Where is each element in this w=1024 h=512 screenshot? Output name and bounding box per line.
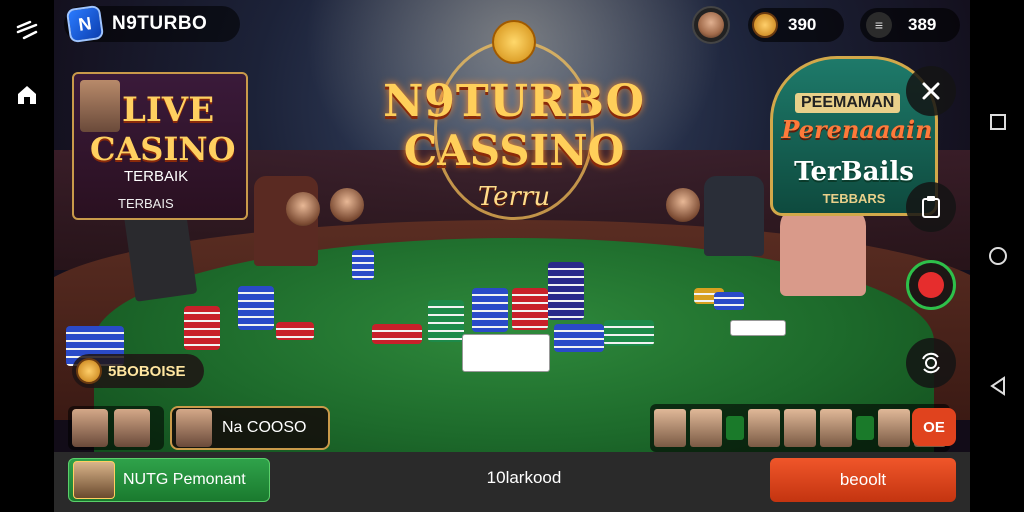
promo-line-2: Perenaaain — [781, 115, 933, 144]
dealer-avatar — [666, 188, 700, 222]
player-avatar — [820, 409, 852, 447]
clipboard-button[interactable] — [906, 182, 956, 232]
host-avatar — [80, 80, 120, 132]
title-coin-icon — [492, 20, 536, 64]
player-avatar — [654, 409, 686, 447]
green-action-button[interactable]: NUTG Pemonant — [68, 458, 270, 502]
title-line-1: N9TURBO — [383, 76, 645, 127]
circle-nav-icon[interactable] — [986, 244, 1010, 268]
playing-card — [730, 320, 786, 336]
close-button[interactable] — [906, 66, 956, 116]
camera-switch-button[interactable] — [906, 338, 956, 388]
player-list-right[interactable] — [650, 404, 950, 452]
chair — [704, 176, 764, 256]
playing-card — [462, 334, 550, 372]
bet-value: 5BOBOISE — [108, 362, 186, 380]
bottom-action-bar: NUTG Pemonant 10larkood beoolt — [54, 452, 970, 512]
clipboard-icon — [922, 196, 940, 218]
menu-icon[interactable] — [14, 18, 40, 44]
player-list-left[interactable] — [68, 406, 164, 450]
player-name: Na COOSO — [222, 419, 307, 436]
chip-stack — [714, 292, 744, 310]
chip-stack — [372, 324, 422, 344]
brand-name: N9TURBO — [112, 13, 208, 34]
player-avatar — [72, 409, 108, 447]
bet-amount[interactable]: 5BOBOISE — [72, 354, 204, 388]
live-casino-banner[interactable]: LIVE CASINO TERBAIK TERBAIS — [72, 72, 248, 220]
player-avatar — [690, 409, 722, 447]
chip-stack — [548, 262, 584, 320]
profile-avatar[interactable] — [692, 6, 730, 44]
n9-logo-icon: N — [65, 4, 105, 44]
center-status-text: 10larkood — [486, 468, 562, 487]
banner-line-4: TERBAIS — [118, 196, 174, 211]
chip-stack — [428, 300, 464, 342]
emote-button[interactable]: OE — [912, 408, 956, 446]
player-badge — [726, 416, 744, 440]
game-title: N9TURBO CASSINO Terru — [374, 20, 654, 230]
chip-stack — [276, 322, 314, 340]
player-avatar — [748, 409, 780, 447]
player-tag[interactable]: Na COOSO — [170, 406, 330, 450]
chair — [780, 206, 866, 296]
square-nav-icon[interactable] — [986, 110, 1010, 134]
brand-pill[interactable]: N N9TURBO — [64, 4, 240, 44]
green-button-label: NUTG Pemonant — [123, 471, 246, 488]
chip-stack — [472, 288, 508, 332]
player-avatar — [784, 409, 816, 447]
promo-line-1: PEEMAMAN — [795, 93, 901, 113]
chip-stack — [554, 324, 604, 352]
coins-value: 390 — [788, 15, 817, 34]
player-avatar — [73, 461, 115, 499]
record-button[interactable] — [906, 260, 956, 310]
banner-line-3: TERBAIK — [124, 168, 189, 185]
player-avatar — [114, 409, 150, 447]
coin-icon — [76, 358, 102, 384]
camera-flip-icon — [922, 352, 940, 374]
player-badge — [856, 416, 874, 440]
left-system-bar — [0, 0, 54, 512]
dealer-avatar — [286, 192, 320, 226]
title-line-3: Terru — [477, 182, 551, 212]
chip-stack — [352, 250, 374, 280]
coins-balance[interactable]: 390 — [748, 8, 844, 42]
promo-line-3: TerBails — [794, 157, 914, 187]
player-avatar — [878, 409, 910, 447]
chip-stack — [184, 306, 220, 350]
chip-stack — [512, 288, 548, 330]
title-line-2: CASSINO — [403, 126, 625, 175]
orange-action-button[interactable]: beoolt — [770, 458, 956, 502]
chip-stack — [604, 320, 654, 346]
home-icon[interactable] — [14, 82, 40, 108]
chip-stack — [238, 286, 274, 330]
close-icon — [922, 82, 940, 100]
chips-balance[interactable]: ≡ 389 — [860, 8, 960, 42]
record-icon — [918, 272, 944, 298]
avatar-face — [698, 12, 724, 38]
dealer-avatar — [330, 188, 364, 222]
game-viewport: N N9TURBO 390 ≡ 389 N9TURBO CASSINO Terr… — [54, 0, 970, 512]
coin-icon — [752, 12, 778, 38]
banner-line-2: CASINO — [90, 130, 236, 168]
chips-value: 389 — [908, 15, 937, 34]
player-avatar — [176, 409, 212, 447]
banner-line-1: LIVE — [122, 90, 215, 130]
android-nav-bar — [970, 0, 1024, 512]
back-nav-icon[interactable] — [986, 374, 1010, 398]
chip-stack-icon: ≡ — [866, 12, 892, 38]
